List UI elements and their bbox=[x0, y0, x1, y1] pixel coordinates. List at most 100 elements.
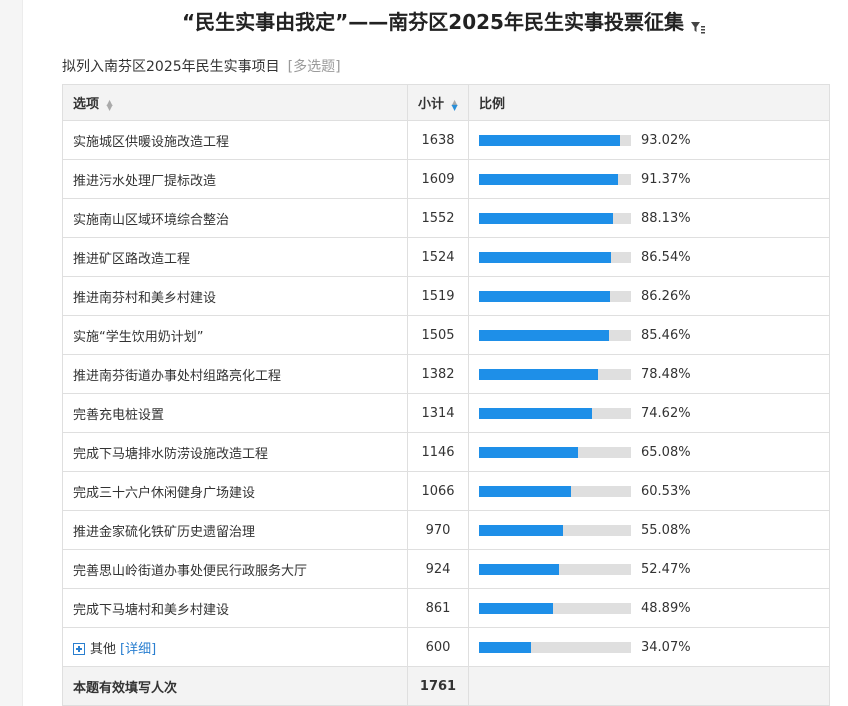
count-cell: 1519 bbox=[407, 276, 469, 316]
count-cell: 1066 bbox=[407, 471, 469, 511]
progress-bar bbox=[479, 563, 631, 575]
progress-bar bbox=[479, 134, 631, 146]
table-row: 完成下马塘村和美乡村建设 861 48.89% bbox=[62, 588, 830, 628]
option-column-header[interactable]: 选项 ▲ ▼ bbox=[62, 84, 408, 121]
results-table: 选项 ▲ ▼ 小计 ▲ ▼ 比例 实施城区供暖设施改造工程 1638 93.02% 推进污… bbox=[62, 84, 830, 706]
percent-label: 34.07% bbox=[641, 639, 691, 655]
ratio-cell: 52.47% bbox=[468, 549, 830, 589]
total-empty-cell bbox=[468, 666, 830, 706]
progress-fill bbox=[479, 290, 611, 302]
count-cell: 1638 bbox=[407, 120, 469, 160]
count-column-header[interactable]: 小计 ▲ ▼ bbox=[407, 84, 469, 121]
table-row: 推进污水处理厂提标改造 1609 91.37% bbox=[62, 159, 830, 199]
progress-bar bbox=[479, 251, 631, 263]
count-cell: 970 bbox=[407, 510, 469, 550]
ratio-cell: 85.46% bbox=[468, 315, 830, 355]
percent-label: 65.08% bbox=[641, 444, 691, 460]
progress-fill bbox=[479, 134, 621, 146]
table-row: 实施南山区域环境综合整治 1552 88.13% bbox=[62, 198, 830, 238]
question-type-tag: [多选题] bbox=[287, 59, 341, 75]
expand-plus-icon[interactable] bbox=[73, 643, 85, 655]
option-cell: 实施“学生饮用奶计划” bbox=[62, 315, 408, 355]
progress-bar bbox=[479, 173, 631, 185]
progress-bar bbox=[479, 212, 631, 224]
count-cell: 1524 bbox=[407, 237, 469, 277]
option-cell: 推进南芬村和美乡村建设 bbox=[62, 276, 408, 316]
percent-label: 55.08% bbox=[641, 522, 691, 538]
option-cell: 完成下马塘村和美乡村建设 bbox=[62, 588, 408, 628]
ratio-cell: 78.48% bbox=[468, 354, 830, 394]
detail-link[interactable]: [详细] bbox=[120, 642, 156, 657]
progress-fill bbox=[479, 212, 613, 224]
table-row: 推进南芬村和美乡村建设 1519 86.26% bbox=[62, 276, 830, 316]
table-row: 完成下马塘排水防涝设施改造工程 1146 65.08% bbox=[62, 432, 830, 472]
count-cell: 1146 bbox=[407, 432, 469, 472]
option-cell: 完善充电桩设置 bbox=[62, 393, 408, 433]
table-row: 实施“学生饮用奶计划” 1505 85.46% bbox=[62, 315, 830, 355]
ratio-cell: 91.37% bbox=[468, 159, 830, 199]
table-row: 推进矿区路改造工程 1524 86.54% bbox=[62, 237, 830, 277]
option-cell: 完善思山岭街道办事处便民行政服务大厅 bbox=[62, 549, 408, 589]
progress-bar bbox=[479, 368, 631, 380]
progress-bar bbox=[479, 602, 631, 614]
progress-fill bbox=[479, 329, 609, 341]
progress-bar bbox=[479, 290, 631, 302]
ratio-cell: 93.02% bbox=[468, 120, 830, 160]
ratio-column-header: 比例 bbox=[468, 84, 830, 121]
ratio-cell: 86.54% bbox=[468, 237, 830, 277]
sort-icon[interactable]: ▲ ▼ bbox=[107, 98, 113, 111]
progress-bar bbox=[479, 641, 631, 653]
table-row: 推进南芬街道办事处村组路亮化工程 1382 78.48% bbox=[62, 354, 830, 394]
table-header-row: 选项 ▲ ▼ 小计 ▲ ▼ 比例 bbox=[62, 84, 830, 121]
ratio-cell: 88.13% bbox=[468, 198, 830, 238]
count-cell: 1314 bbox=[407, 393, 469, 433]
table-row-other: 其他 [详细] 600 34.07% bbox=[62, 627, 830, 667]
survey-title: “民生实事由我定”——南芬区2025年民生实事投票征集 bbox=[182, 10, 684, 34]
question-text: 拟列入南芬区2025年民生实事项目 bbox=[62, 59, 280, 75]
progress-fill bbox=[479, 641, 531, 653]
ratio-cell: 55.08% bbox=[468, 510, 830, 550]
progress-fill bbox=[479, 524, 563, 536]
progress-fill bbox=[479, 407, 593, 419]
percent-label: 93.02% bbox=[641, 132, 691, 148]
count-cell: 1552 bbox=[407, 198, 469, 238]
total-row: 本题有效填写人次 1761 bbox=[62, 666, 830, 706]
count-cell: 1609 bbox=[407, 159, 469, 199]
option-cell: 完成三十六户休闲健身广场建设 bbox=[62, 471, 408, 511]
option-cell: 推进污水处理厂提标改造 bbox=[62, 159, 408, 199]
percent-label: 60.53% bbox=[641, 483, 691, 499]
ratio-cell: 65.08% bbox=[468, 432, 830, 472]
progress-bar bbox=[479, 446, 631, 458]
percent-label: 86.26% bbox=[641, 288, 691, 304]
percent-label: 52.47% bbox=[641, 561, 691, 577]
option-cell: 推进矿区路改造工程 bbox=[62, 237, 408, 277]
progress-fill bbox=[479, 368, 599, 380]
sort-icon[interactable]: ▲ ▼ bbox=[452, 98, 458, 111]
count-cell: 924 bbox=[407, 549, 469, 589]
progress-bar bbox=[479, 524, 631, 536]
percent-label: 74.62% bbox=[641, 405, 691, 421]
table-row: 完善充电桩设置 1314 74.62% bbox=[62, 393, 830, 433]
ratio-cell: 60.53% bbox=[468, 471, 830, 511]
progress-fill bbox=[479, 173, 618, 185]
table-row: 完善思山岭街道办事处便民行政服务大厅 924 52.47% bbox=[62, 549, 830, 589]
progress-fill bbox=[479, 251, 611, 263]
option-cell: 完成下马塘排水防涝设施改造工程 bbox=[62, 432, 408, 472]
progress-bar bbox=[479, 407, 631, 419]
option-cell: 其他 [详细] bbox=[62, 627, 408, 667]
progress-fill bbox=[479, 602, 554, 614]
percent-label: 91.37% bbox=[641, 171, 691, 187]
progress-bar bbox=[479, 485, 631, 497]
option-cell: 推进南芬街道办事处村组路亮化工程 bbox=[62, 354, 408, 394]
percent-label: 88.13% bbox=[641, 210, 691, 226]
table-row: 实施城区供暖设施改造工程 1638 93.02% bbox=[62, 120, 830, 160]
option-cell: 实施城区供暖设施改造工程 bbox=[62, 120, 408, 160]
percent-label: 85.46% bbox=[641, 327, 691, 343]
progress-fill bbox=[479, 563, 559, 575]
total-label: 本题有效填写人次 bbox=[62, 666, 408, 706]
percent-label: 48.89% bbox=[641, 600, 691, 616]
progress-fill bbox=[479, 485, 571, 497]
count-cell: 1505 bbox=[407, 315, 469, 355]
filter-icon[interactable] bbox=[690, 16, 706, 33]
count-cell: 861 bbox=[407, 588, 469, 628]
